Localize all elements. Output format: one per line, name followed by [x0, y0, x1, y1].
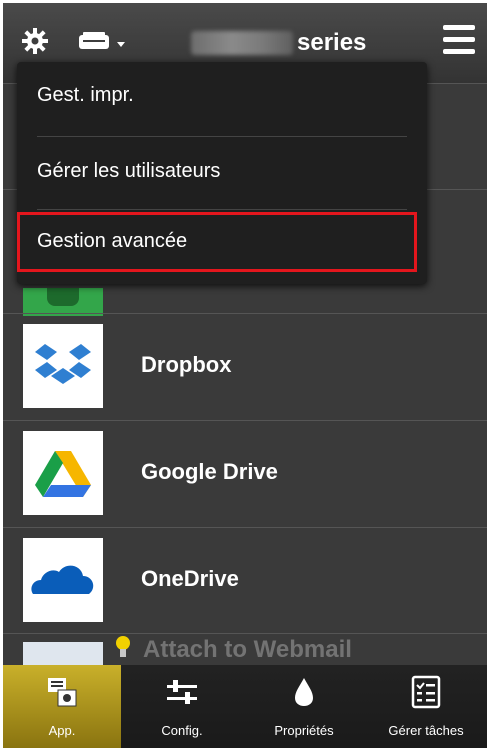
ink-drop-icon: [295, 678, 313, 706]
printer-selector-icon[interactable]: [75, 29, 135, 55]
app-label: Attach to Webmail: [143, 636, 352, 663]
printer-model-name-obscured: [191, 31, 293, 55]
tab-label: Gérer tâches: [388, 723, 464, 738]
onedrive-tile: [23, 538, 103, 622]
bottom-tab-bar: App. Config. Propriétés Gérer tâches: [3, 665, 487, 748]
tab-label: Propriétés: [274, 723, 334, 738]
settings-dropdown-menu: Gest. impr. Gérer les utilisateurs Gesti…: [17, 62, 427, 284]
tab-label: Config.: [161, 723, 203, 738]
tab-config[interactable]: Config.: [121, 665, 243, 748]
app-screen: series Dropbox Google Drive OneDrive Att…: [3, 3, 487, 748]
menu-item-label: Gérer les utilisateurs: [37, 160, 221, 182]
tab-manage-tasks[interactable]: Gérer tâches: [365, 665, 487, 748]
divider: [37, 209, 407, 210]
app-tile-icon: [23, 288, 103, 316]
tab-properties[interactable]: Propriétés: [243, 665, 365, 748]
checklist-icon: [411, 675, 441, 709]
app-label: OneDrive: [141, 566, 239, 591]
list-item-google-drive[interactable]: Google Drive: [3, 420, 487, 527]
tab-apps[interactable]: App.: [3, 665, 121, 748]
tab-label: App.: [48, 723, 76, 738]
dropbox-tile: [23, 324, 103, 408]
hamburger-menu-icon[interactable]: [443, 25, 475, 57]
app-icon: [48, 678, 77, 707]
google-drive-icon: [35, 451, 91, 497]
divider: [37, 136, 407, 137]
highlight-box: [17, 212, 417, 272]
lightbulb-icon: [116, 636, 130, 657]
app-label: Dropbox: [141, 352, 232, 377]
sliders-icon: [167, 680, 197, 704]
menu-item-manage-users[interactable]: Gérer les utilisateurs: [17, 138, 427, 208]
menu-item-label: Gest. impr.: [37, 84, 134, 106]
dropbox-icon: [35, 344, 91, 384]
gear-icon[interactable]: [21, 27, 49, 55]
menu-item-printer-management[interactable]: Gest. impr.: [17, 62, 427, 132]
onedrive-icon: [31, 565, 94, 594]
list-item-dropbox[interactable]: Dropbox: [3, 313, 487, 420]
google-drive-tile: [23, 431, 103, 515]
app-label: Google Drive: [141, 459, 278, 484]
printer-series-label: series: [297, 29, 367, 56]
list-item-onedrive[interactable]: OneDrive: [3, 527, 487, 634]
